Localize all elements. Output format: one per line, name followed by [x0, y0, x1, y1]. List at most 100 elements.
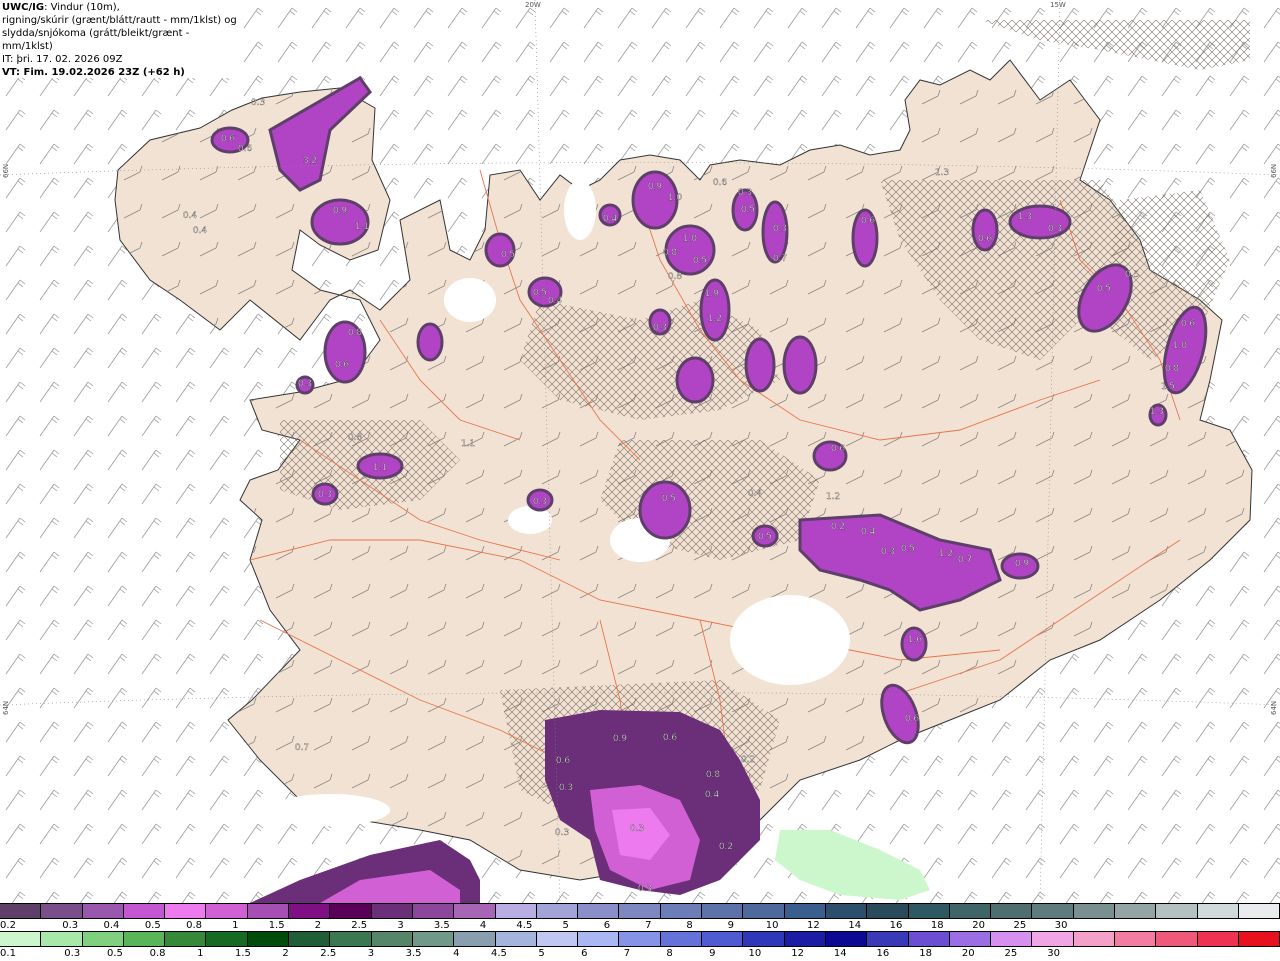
legend-label: 6 [581, 948, 588, 959]
legend-label: 0.8 [149, 948, 166, 959]
precip-value-label: 0.3 [318, 490, 332, 500]
legend-swatch [991, 904, 1033, 918]
legend-label: 30 [1054, 920, 1068, 931]
precip-value-label: 0.4 [748, 489, 763, 499]
legend-label: 0.5 [106, 948, 123, 959]
precip-value-label: 0.6 [221, 134, 236, 144]
legend-label: 10 [748, 948, 762, 959]
legend-label: 16 [876, 948, 890, 959]
legend-swatch [1197, 904, 1239, 918]
legend-swatch [289, 932, 331, 946]
precip-value-label: 1.0 [668, 193, 683, 203]
rain-legend: 0.1 0.3 0.5 0.8 1 1.5 2 2.5 3 3.5 4 4.5 5 6 7 8 9 10 12 14 1… [0, 931, 1280, 961]
legend-label: 1 [232, 920, 239, 931]
legend-swatch [82, 904, 124, 918]
precip-value-label: 1.3 [935, 168, 949, 178]
legend-swatch [908, 932, 950, 946]
legend-label: 3 [397, 920, 404, 931]
legend-swatch [1238, 932, 1280, 946]
legend-label: 18 [930, 920, 944, 931]
legend-label: 2 [314, 920, 322, 931]
legend-label: 1.5 [268, 920, 285, 931]
precip-value-label: 0.5 [501, 250, 515, 260]
legend-label: 6 [603, 920, 611, 931]
legend-label: 7 [645, 920, 652, 931]
legend-swatch [1032, 904, 1074, 918]
legend-swatch [41, 932, 83, 946]
legend-label: 4.5 [490, 948, 507, 959]
legend-swatch [867, 904, 909, 918]
legend-swatch [784, 904, 826, 918]
legend-swatch [1238, 904, 1280, 918]
legend-swatch [247, 904, 290, 918]
precip-value-label: 0.6 [556, 756, 571, 766]
header-line-3: slydda/snjókoma (grátt/bleikt/grænt - mm… [2, 28, 190, 52]
legend-swatch [247, 932, 290, 946]
legend-label: 1.5 [234, 948, 251, 959]
legend-label: 14 [848, 920, 862, 931]
precip-value-label: 0.3 [881, 547, 895, 557]
legend-label: 0.4 [103, 920, 120, 931]
legend-swatch [123, 932, 166, 946]
legend-swatch [495, 932, 537, 946]
legend-label: 4 [479, 920, 487, 931]
legend-label: 4.5 [516, 920, 533, 931]
precip-value-label: 0.2 [831, 522, 845, 532]
legend-swatch [1073, 932, 1116, 946]
precip-value-label: 0.5 [1097, 284, 1111, 294]
legend-label: 1 [197, 948, 204, 959]
legend-swatch [412, 932, 455, 946]
precip-value-label: 0.4 [603, 214, 618, 224]
legend-swatch [0, 904, 42, 918]
precip-value-label: 0.6 [831, 444, 846, 454]
legend-label: 2.5 [351, 920, 368, 931]
legend-swatch [578, 932, 620, 946]
header-line-1: : Vindur (10m), [44, 2, 120, 13]
precip-value-label: 0.9 [648, 182, 663, 192]
precip-value-label: 1.6 [908, 635, 923, 645]
precip-value-label: 0.6 [713, 178, 728, 188]
legend-swatch [1115, 932, 1157, 946]
legend-swatch [371, 932, 413, 946]
valid-time: VT: Fim. 19.02.2026 23Z (+62 h) [2, 67, 185, 78]
legend-swatch [82, 932, 124, 946]
legend-label: 14 [833, 948, 847, 959]
lon-label-15w: 15W [1050, 1, 1066, 9]
legend-swatch [0, 932, 42, 946]
legend-label: 18 [919, 948, 932, 959]
precip-value-label: 0.8 [668, 272, 683, 282]
legend-label: 0.2 [0, 920, 16, 931]
precip-value-label: 0.4 [705, 790, 720, 800]
legend-swatch [660, 932, 703, 946]
lat-label-66n-left: 66N [2, 163, 10, 178]
legend-swatch [289, 904, 331, 918]
legend-label: 25 [1004, 948, 1018, 959]
precip-value-label: 1.2 [708, 314, 722, 324]
legend-swatch [1073, 904, 1116, 918]
legend-swatch [702, 932, 744, 946]
lat-label-64n-left: 64N [2, 700, 10, 715]
precip-value-label: 0.4 [548, 296, 563, 306]
precip-value-label: 0.4 [183, 211, 198, 221]
precip-value-label: 0.7 [295, 743, 309, 753]
precip-value-label: 0.6 [663, 733, 678, 743]
precip-value-label: 0.6 [335, 360, 350, 370]
init-time: IT: þri. 17. 02. 2026 09Z [2, 54, 123, 65]
rain-legend-labels: 0.1 0.3 0.5 0.8 1 1.5 2 2.5 3 3.5 4 4.5 5 6 7 8 9 10 12 14 1… [0, 947, 1280, 961]
precip-value-label: 1.3 [1018, 212, 1032, 222]
precip-value-label: 0.4 [193, 226, 208, 236]
precip-value-label: 0.5 [901, 544, 915, 554]
legend-swatch [454, 904, 496, 918]
precip-value-label: 0.6 [238, 144, 253, 154]
legend-swatch [371, 904, 413, 918]
precip-value-label: 1.3 [1150, 407, 1164, 417]
legend-swatch [825, 904, 868, 918]
legend-label: 20 [972, 920, 985, 931]
precip-value-label: 0.5 [662, 494, 676, 504]
precip-value-label: 0.3 [251, 98, 265, 108]
precip-value-label: 0.3 [773, 224, 787, 234]
snow-legend: 0.2 0.3 0.4 0.5 0.8 1 1.5 2 2.5 3 3.5 4 4.5 5 6 7 8 9 10 12… [0, 903, 1280, 933]
legend-swatch [412, 904, 455, 918]
snow-legend-colorbar [0, 903, 1280, 919]
precip-value-label: 0.2 [719, 842, 733, 852]
